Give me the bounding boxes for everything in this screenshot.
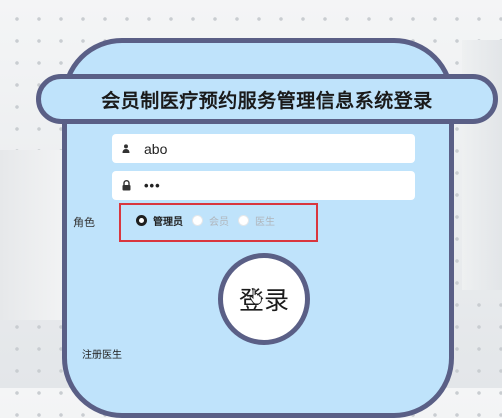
page-title: 会员制医疗预约服务管理信息系统登录	[101, 89, 433, 112]
role-option-label: 会员	[209, 217, 229, 228]
title-banner: 会员制医疗预约服务管理信息系统登录	[36, 74, 498, 124]
role-option-label: 管理员	[153, 217, 183, 228]
role-option-member[interactable]: 会员	[192, 213, 229, 228]
background-panel-left	[0, 150, 71, 320]
radio-unselected-icon[interactable]	[238, 215, 249, 226]
role-option-label: 医生	[255, 217, 275, 228]
login-button-label: 登录	[238, 286, 289, 315]
hand-cursor-icon	[249, 288, 263, 309]
password-value: •••	[144, 178, 161, 193]
register-doctor-link[interactable]: 注册医生	[82, 346, 122, 361]
radio-selected-icon[interactable]	[136, 215, 147, 226]
role-label: 角色	[73, 216, 95, 229]
user-icon	[116, 144, 136, 153]
login-button[interactable]: 登录	[218, 253, 310, 345]
role-option-doctor[interactable]: 医生	[238, 213, 275, 228]
username-field[interactable]: abo	[112, 134, 415, 163]
password-field[interactable]: •••	[112, 171, 415, 200]
lock-icon	[116, 180, 136, 191]
role-option-admin[interactable]: 管理员	[136, 213, 183, 228]
username-value: abo	[144, 140, 168, 157]
radio-unselected-icon[interactable]	[192, 215, 203, 226]
